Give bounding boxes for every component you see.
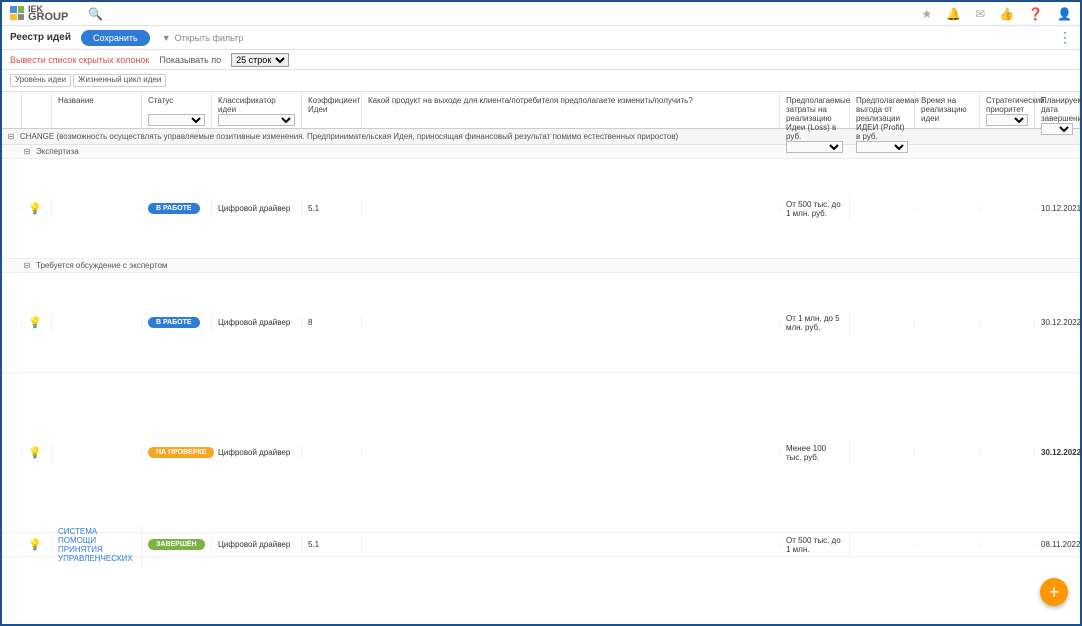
thumbs-icon[interactable]: 👍 [999, 7, 1014, 21]
col-strat[interactable]: Стратегический приоритет [980, 92, 1035, 128]
open-filter-link[interactable]: ▼ Открыть фильтр [162, 33, 244, 43]
page-title: Реестр идей [10, 32, 71, 43]
save-button[interactable]: Сохранить [81, 30, 150, 46]
logo-text: IEK GROUP [28, 5, 68, 23]
col-profit[interactable]: Предполагаемая выгода от реализации ИДЕИ… [850, 92, 915, 128]
user-icon[interactable]: 👤 [1057, 7, 1072, 21]
help-icon[interactable]: ❓ [1028, 7, 1043, 21]
col-name[interactable]: Название [52, 92, 142, 128]
status-badge: В РАБОТЕ [148, 317, 200, 328]
filter-icon: ▼ [162, 33, 171, 43]
class-filter[interactable] [218, 114, 295, 126]
collapse-icon[interactable]: ⊟ [6, 132, 16, 141]
col-product[interactable]: Какой продукт на выходе для клиента/потр… [362, 92, 780, 128]
bulb-icon: 💡 [28, 316, 42, 329]
strat-filter[interactable] [986, 114, 1028, 126]
status-badge: ЗАВЕРШЁН [148, 539, 205, 550]
add-button[interactable]: + [1040, 578, 1068, 606]
bulb-icon: 💡 [28, 202, 42, 215]
rows-per-page-select[interactable]: 25 строк [231, 53, 289, 67]
table-header: Название Статус Классификатор идеи Коэфф… [2, 92, 1080, 129]
mail-icon[interactable]: ✉ [975, 7, 985, 21]
subgroup-header[interactable]: ⊟ Экспертиза [2, 145, 1080, 159]
status-badge: В РАБОТЕ [148, 203, 200, 214]
logo-icon [10, 6, 24, 20]
table-row[interactable]: 💡 В РАБОТЕ Цифровой драйвер 5.1 От 500 т… [2, 159, 1080, 259]
star-icon[interactable]: ★ [921, 7, 932, 21]
collapse-icon[interactable]: ⊟ [22, 261, 32, 270]
col-expand [2, 92, 22, 128]
col-coef[interactable]: Коэффициент Идеи [302, 92, 362, 128]
bell-icon[interactable]: 🔔 [946, 7, 961, 21]
status-filter[interactable] [148, 114, 205, 126]
subgroup-header[interactable]: ⊟ Требуется обсуждение с экспертом [2, 259, 1080, 273]
col-cost[interactable]: Предполагаемые затраты на реализацию Иде… [780, 92, 850, 128]
plus-icon: + [1049, 582, 1060, 603]
lifecycle-chip[interactable]: Жизненный цикл идеи [73, 74, 166, 87]
group-header[interactable]: ⊟ CHANGE (возможность осуществлять управ… [2, 129, 1080, 145]
col-class[interactable]: Классификатор идеи [212, 92, 302, 128]
col-status[interactable]: Статус [142, 92, 212, 128]
table-row[interactable]: 💡 В РАБОТЕ Цифровой драйвер 8 От 1 млн. … [2, 273, 1080, 373]
profit-filter[interactable] [856, 141, 908, 153]
status-badge: НА ПРОВЕРКЕ [148, 447, 214, 458]
level-chip[interactable]: Уровень идеи [10, 74, 71, 87]
idea-link[interactable]: СИСТЕМА ПОМОЩИ ПРИНЯТИЯ УПРАВЛЕНЧЕСКИХ [58, 527, 135, 563]
rows-per-page-label: Показывать по [159, 55, 221, 65]
col-date[interactable]: Планируемая дата завершения [1035, 92, 1080, 128]
bulb-icon: 💡 [28, 446, 42, 459]
hidden-columns-link[interactable]: Вывести список скрытых колонок [10, 55, 149, 65]
table-row[interactable]: 💡 НА ПРОВЕРКЕ Цифровой драйвер Менее 100… [2, 373, 1080, 533]
table-row[interactable]: 💡 СИСТЕМА ПОМОЩИ ПРИНЯТИЯ УПРАВЛЕНЧЕСКИХ… [2, 533, 1080, 557]
col-time[interactable]: Время на реализацию идеи [915, 92, 980, 128]
kebab-menu-icon[interactable]: ⋮ [1058, 29, 1072, 46]
col-bulb [22, 92, 52, 128]
date-filter[interactable] [1041, 123, 1073, 135]
cost-filter[interactable] [786, 141, 843, 153]
search-icon[interactable]: 🔍 [88, 7, 103, 21]
bulb-icon: 💡 [28, 538, 42, 551]
collapse-icon[interactable]: ⊟ [22, 147, 32, 156]
app-logo[interactable]: IEK GROUP [10, 5, 68, 23]
